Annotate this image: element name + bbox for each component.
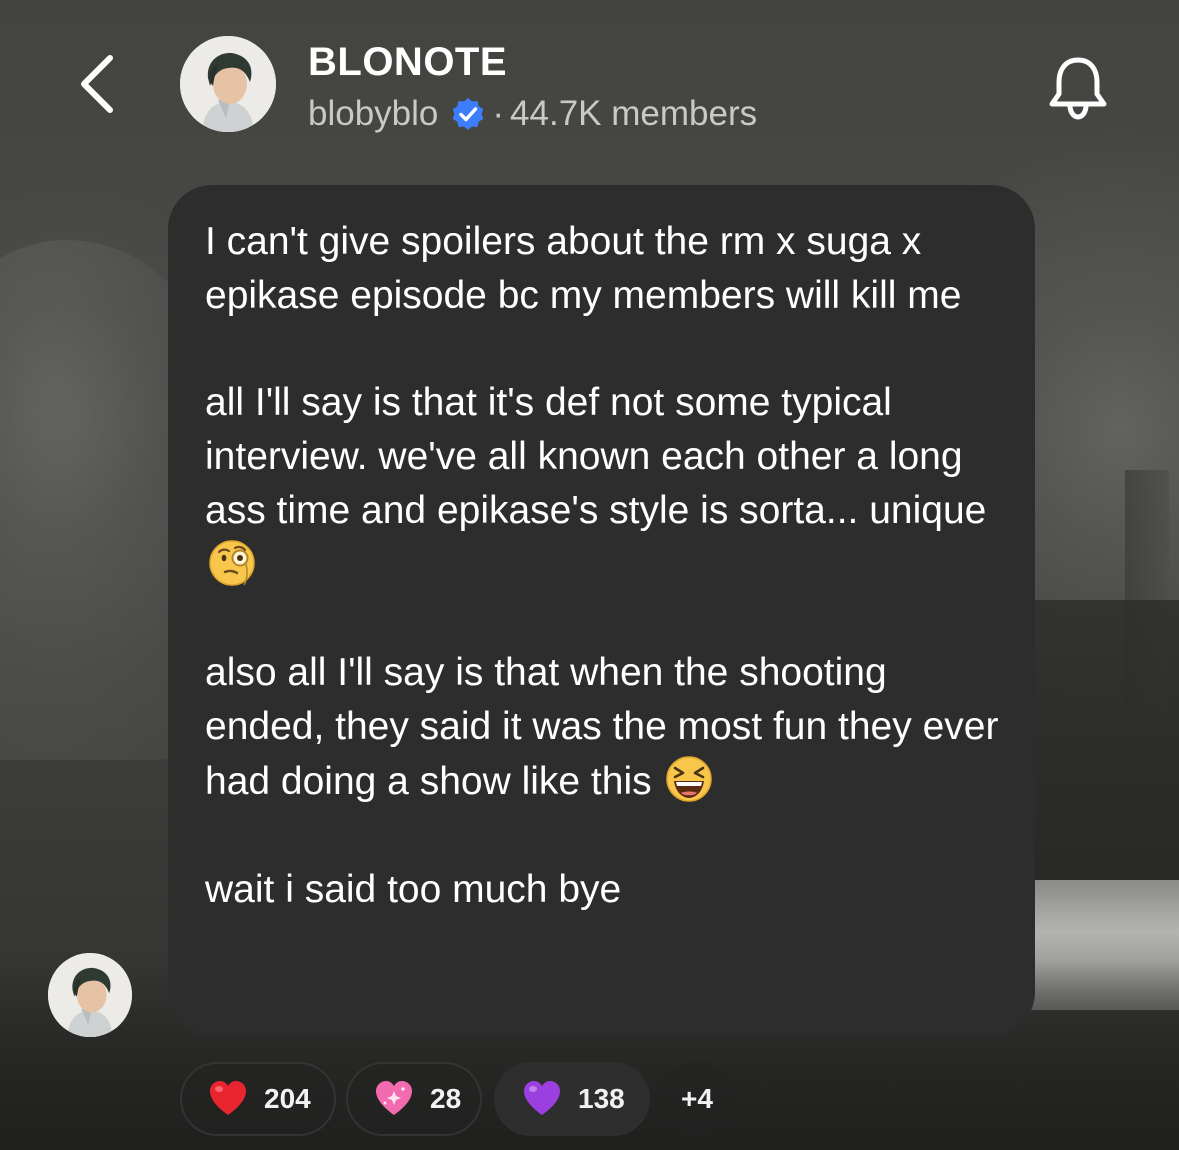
- member-count: 44.7K members: [510, 94, 758, 133]
- separator-dot: ·: [492, 94, 505, 133]
- sparkling-pink-heart-icon: [374, 1079, 414, 1119]
- sender-avatar[interactable]: [48, 953, 132, 1037]
- message-paragraph: also all I'll say is that when the shoot…: [205, 651, 999, 804]
- channel-header: BLONOTE blobyblo · 44.7K members: [0, 0, 1179, 160]
- red-heart-icon: [208, 1079, 248, 1119]
- message-paragraph: all I'll say is that it's def not some t…: [205, 376, 1005, 592]
- grinning-squinting-face-emoji-icon: [664, 754, 714, 804]
- reaction-sparkling-heart[interactable]: 28: [346, 1062, 482, 1136]
- notification-bell-button[interactable]: [1045, 52, 1111, 122]
- back-button[interactable]: [70, 52, 122, 116]
- reaction-count: 138: [578, 1083, 625, 1114]
- channel-avatar[interactable]: [180, 36, 276, 132]
- reaction-count: 204: [264, 1083, 311, 1114]
- message-bubble[interactable]: I can't give spoilers about the rm x sug…: [168, 185, 1035, 1036]
- face-with-monocle-emoji-icon: [207, 538, 257, 588]
- channel-subtitle: blobyblo · 44.7K members: [308, 94, 757, 134]
- reaction-count: 28: [430, 1083, 462, 1114]
- reaction-purple-heart[interactable]: 138: [494, 1062, 650, 1136]
- more-reactions-button[interactable]: +4: [658, 1062, 736, 1136]
- verified-badge-icon: [450, 96, 486, 132]
- reaction-red-heart[interactable]: 204: [180, 1062, 336, 1136]
- message-paragraph: wait i said too much bye: [205, 867, 622, 911]
- chevron-left-icon: [81, 55, 113, 113]
- bell-icon: [1049, 57, 1107, 120]
- channel-handle[interactable]: blobyblo: [308, 94, 438, 134]
- purple-heart-icon: [522, 1079, 562, 1119]
- message-paragraph: I can't give spoilers about the rm x sug…: [205, 220, 962, 317]
- channel-name: BLONOTE: [308, 40, 508, 84]
